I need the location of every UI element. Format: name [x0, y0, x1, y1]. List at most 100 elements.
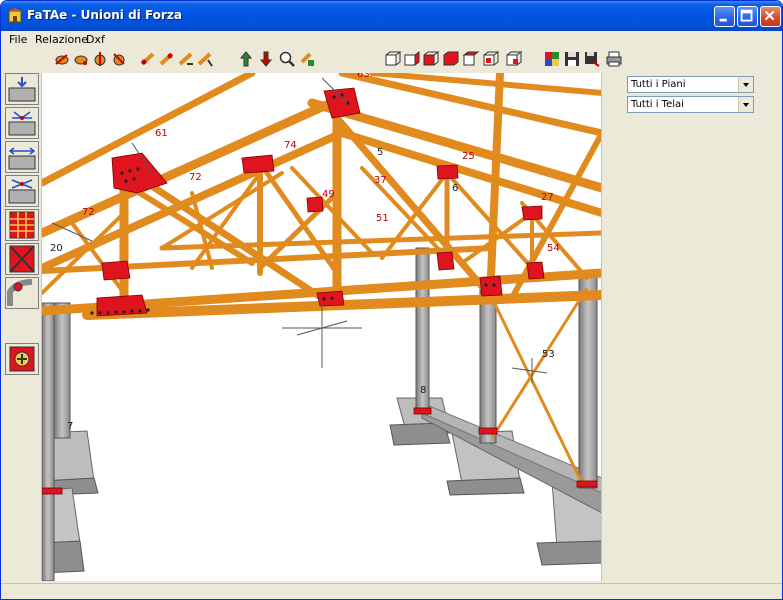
node-tool-button-2[interactable]: [72, 50, 90, 68]
beam-joint-button[interactable]: [5, 277, 39, 309]
zoom-button[interactable]: [278, 50, 296, 68]
node-label: 63: [357, 73, 370, 80]
structure-3d-view[interactable]: 63 61 74 72 25 37 49 51 27 54 72 53 6 5 …: [41, 73, 601, 581]
move-up-button[interactable]: [237, 50, 255, 68]
structure-model[interactable]: 63 61 74 72 25 37 49 51 27 54 72 53 6 5 …: [42, 73, 601, 581]
node-label: 72: [189, 172, 202, 183]
pan-button[interactable]: [298, 50, 316, 68]
menu-file[interactable]: File: [9, 33, 27, 46]
frame-grid-button[interactable]: [5, 209, 39, 241]
node-tool-icon: [113, 53, 125, 66]
node-label: 72: [82, 207, 95, 218]
load-down-button[interactable]: [5, 73, 39, 105]
print-icon: [606, 51, 622, 67]
close-icon: [764, 10, 775, 21]
maximize-icon: [740, 9, 753, 22]
move-tool-icon: [239, 51, 253, 67]
move-tool-icon: [259, 51, 273, 67]
menu-dxf[interactable]: Dxf: [86, 33, 105, 46]
view-iso-button[interactable]: [462, 50, 480, 68]
node-label: 37: [374, 175, 387, 186]
node-label: 53: [542, 349, 555, 360]
node-label: 54: [547, 243, 560, 254]
menu-bar: File Relazione Dxf: [1, 31, 782, 49]
load-horizontal-button[interactable]: [5, 141, 39, 173]
title-bar[interactable]: FaTAe - Unioni di Forza: [1, 1, 782, 31]
node-tool-button-6[interactable]: [158, 50, 176, 68]
colors-icon: [545, 52, 559, 66]
node-label: 27: [541, 192, 554, 203]
colors-button[interactable]: [543, 50, 561, 68]
move-down-button[interactable]: [257, 50, 275, 68]
load-spread-button[interactable]: [5, 107, 39, 139]
load-spread-icon: [8, 111, 36, 136]
save-as-icon: [585, 52, 600, 67]
node-label: 61: [155, 128, 168, 139]
chevron-down-icon[interactable]: [738, 97, 753, 112]
view-other-icon: [506, 51, 523, 66]
connection-detail-button[interactable]: [5, 343, 39, 375]
save-as-button[interactable]: [583, 50, 601, 68]
node-tool-button-8[interactable]: [196, 50, 214, 68]
node-label: 25: [462, 151, 475, 162]
chevron-down-icon[interactable]: [738, 77, 753, 92]
app-window: FaTAe - Unioni di Forza File Relazione D…: [0, 0, 783, 600]
menu-relazione[interactable]: Relazione: [35, 33, 88, 46]
frame-delete-button[interactable]: [5, 243, 39, 275]
view-side-button[interactable]: [403, 50, 421, 68]
save-button[interactable]: [563, 50, 581, 68]
view-front-button[interactable]: [384, 50, 402, 68]
app-icon: [8, 8, 22, 23]
node-tool-button-7[interactable]: [177, 50, 195, 68]
node-label: 51: [376, 213, 389, 224]
node-label: 5: [377, 147, 383, 158]
view-front-icon: [385, 51, 402, 66]
node-tool-icon: [197, 52, 213, 67]
node-label: 20: [50, 243, 63, 254]
frame-delete-icon: [9, 245, 35, 273]
view-back-icon: [423, 51, 440, 66]
view-iso-icon: [462, 51, 480, 66]
maximize-button[interactable]: [737, 6, 758, 27]
node-tool-icon: [140, 52, 155, 66]
view-solid-icon: [443, 51, 459, 66]
node-label: 6: [452, 183, 458, 194]
node-tool-button-4[interactable]: [110, 50, 128, 68]
floors-select-value: Tutti i Piani: [631, 79, 686, 90]
right-panel: Tutti i Piani Tutti i Telai: [601, 73, 782, 581]
window-title: FaTAe - Unioni di Forza: [27, 8, 182, 22]
minimize-icon: [719, 18, 727, 22]
zoom-icon: [279, 51, 295, 67]
toolbar: [1, 49, 782, 71]
node-label: 74: [284, 140, 297, 151]
node-tool-button-3[interactable]: [91, 50, 109, 68]
frames-select[interactable]: Tutti i Telai: [627, 96, 754, 113]
frame-grid-icon: [9, 211, 35, 239]
node-label: 7: [67, 421, 73, 432]
load-down-icon: [8, 77, 36, 102]
node-tool-icon: [74, 55, 88, 65]
close-button[interactable]: [760, 6, 781, 27]
node-tool-button-5[interactable]: [139, 50, 157, 68]
node-tool-button-1[interactable]: [53, 50, 71, 68]
node-tool-icon: [159, 52, 174, 66]
view-solid-button[interactable]: [442, 50, 460, 68]
load-horizontal-icon: [8, 147, 36, 170]
print-button[interactable]: [605, 50, 623, 68]
view-wire-button[interactable]: [482, 50, 500, 68]
node-tool-icon: [178, 52, 193, 66]
footings: [42, 397, 601, 574]
view-back-button[interactable]: [422, 50, 440, 68]
view-other-button[interactable]: [505, 50, 523, 68]
view-wire-icon: [483, 51, 500, 66]
left-toolbox: [5, 73, 39, 393]
beam-joint-icon: [7, 279, 33, 306]
pan-icon: [300, 52, 314, 66]
connection-detail-icon: [9, 346, 35, 372]
load-side-icon: [8, 179, 36, 204]
status-bar: [1, 583, 782, 599]
load-side-button[interactable]: [5, 175, 39, 207]
minimize-button[interactable]: [714, 6, 735, 27]
save-icon: [565, 52, 579, 66]
floors-select[interactable]: Tutti i Piani: [627, 76, 754, 93]
